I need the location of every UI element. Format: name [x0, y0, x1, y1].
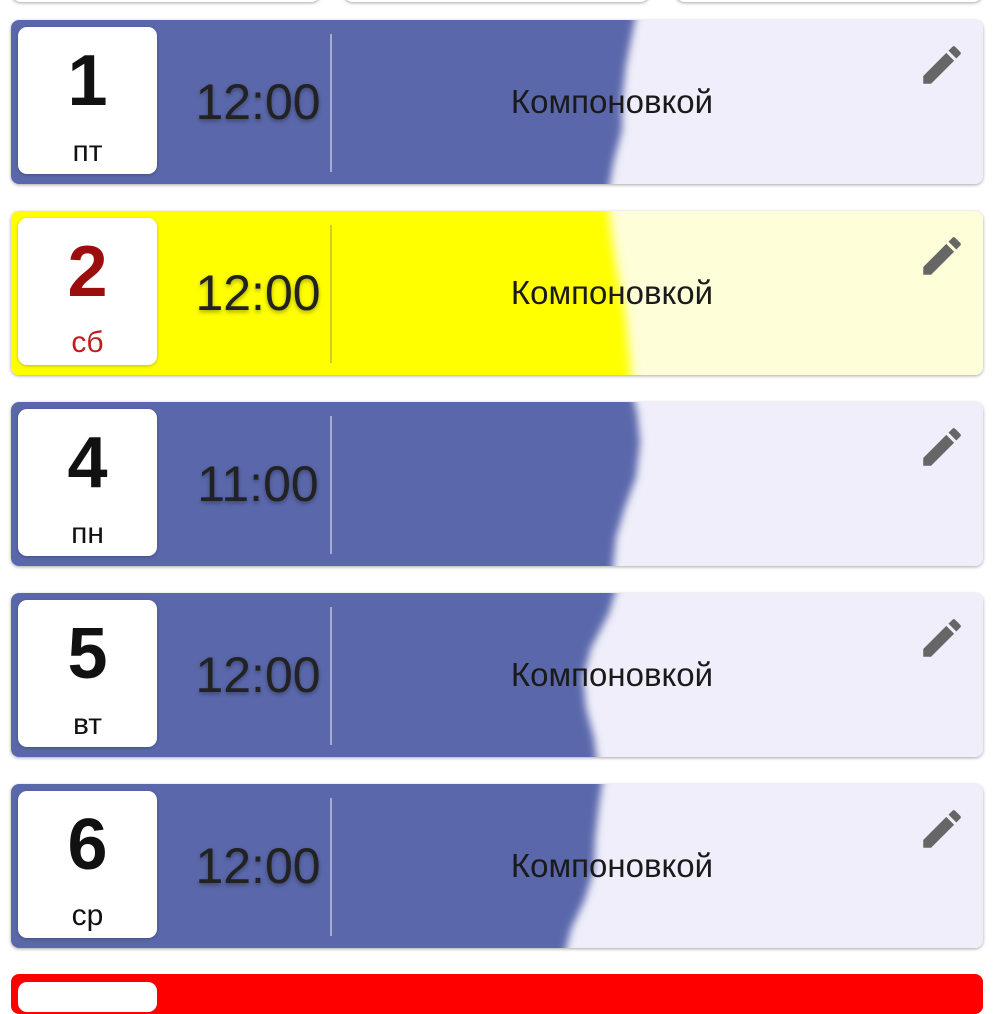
time-label: 11:00	[197, 456, 319, 512]
pencil-icon[interactable]	[917, 804, 967, 854]
weekday-label: сб	[71, 326, 104, 359]
divider	[330, 798, 332, 936]
entry-text: Компоновкой	[510, 83, 714, 120]
schedule-card[interactable]: 6 ср 12:00 Компоновкой	[11, 784, 983, 948]
time-label: 12:00	[195, 265, 321, 321]
schedule-card[interactable]: 2 сб 12:00 Компоновкой	[11, 211, 983, 375]
divider	[330, 34, 332, 172]
entry-text: Компоновкой	[510, 847, 714, 884]
pencil-icon[interactable]	[917, 613, 967, 663]
date-box: 4 пн	[18, 409, 157, 556]
time-label: 12:00	[195, 838, 321, 894]
date-box: 5 вт	[18, 600, 157, 747]
previous-card-tab	[675, 0, 983, 2]
weekday-label: пт	[72, 135, 103, 168]
divider	[330, 416, 332, 554]
entry-text: Компоновкой	[510, 656, 714, 693]
time-label: 12:00	[195, 74, 321, 130]
divider	[330, 225, 332, 363]
weekday-label: ср	[71, 899, 104, 932]
schedule-card[interactable]: 5 вт 12:00 Компоновкой	[11, 593, 983, 757]
pencil-icon[interactable]	[917, 422, 967, 472]
entry-text: Компоновкой	[510, 274, 714, 311]
pencil-icon[interactable]	[917, 40, 967, 90]
day-number: 6	[67, 805, 108, 885]
schedule-card[interactable]	[11, 974, 983, 1014]
weekday-label: вт	[72, 708, 103, 741]
previous-card-tab	[11, 0, 321, 2]
previous-card-tab	[343, 0, 650, 2]
day-number: 4	[67, 423, 108, 503]
date-box: 6 ср	[18, 791, 157, 938]
time-label: 12:00	[195, 647, 321, 703]
entry-text	[341, 402, 883, 566]
divider	[330, 607, 332, 745]
schedule-card[interactable]: 4 пн 11:00	[11, 402, 983, 566]
schedule-card[interactable]: 1 пт 12:00 Компоновкой	[11, 20, 983, 184]
day-number: 5	[67, 614, 108, 694]
date-box: 2 сб	[18, 218, 157, 365]
pencil-icon[interactable]	[917, 231, 967, 281]
weekday-label: пн	[71, 517, 104, 550]
day-number: 1	[67, 41, 108, 121]
day-number: 2	[67, 232, 108, 312]
date-box: 1 пт	[18, 27, 157, 174]
